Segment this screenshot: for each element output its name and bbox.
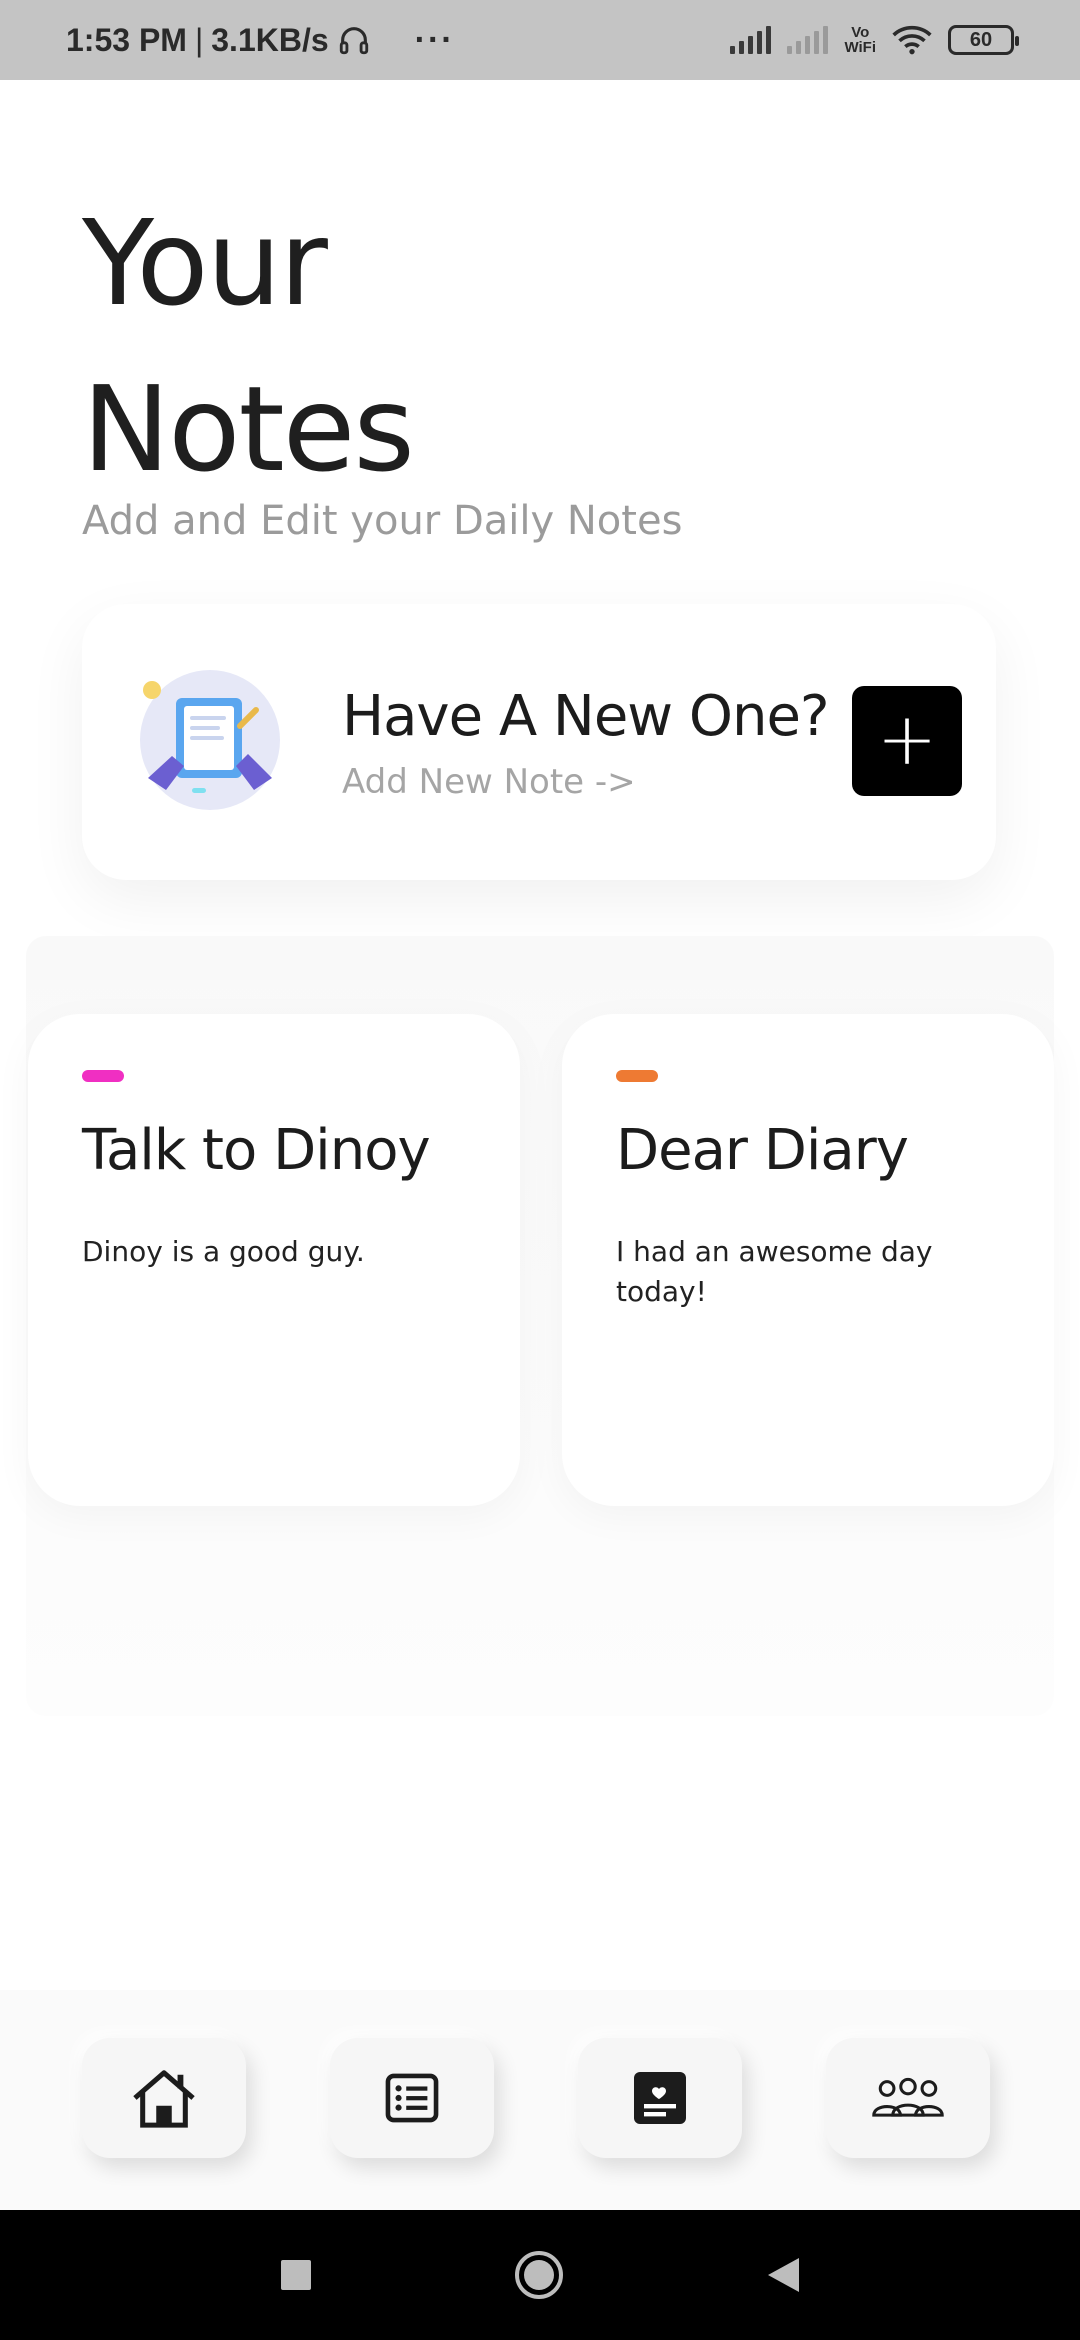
page-title: Your Notes [82, 180, 415, 512]
nav-list-button[interactable] [330, 2038, 494, 2158]
vowifi-indicator: Vo WiFi [844, 25, 876, 55]
new-note-title: Have A New One? [342, 684, 830, 749]
signal-icon-secondary [787, 26, 829, 54]
recent-apps-icon[interactable] [279, 2258, 313, 2292]
bottom-nav [0, 1990, 1080, 2210]
system-nav-bar [0, 2210, 1080, 2340]
page-title-line1: Your [82, 194, 328, 332]
status-bar: 1:53 PM | 3.1KB/s ··· Vo WiFi 60 [0, 0, 1080, 80]
page-subtitle: Add and Edit your Daily Notes [82, 498, 683, 544]
favorite-note-icon [634, 2072, 686, 2124]
battery-icon: 60 [948, 25, 1019, 55]
nav-home-button[interactable] [82, 2038, 246, 2158]
status-right: Vo WiFi 60 [730, 24, 1019, 56]
home-icon [133, 2070, 195, 2128]
note-accent-bar [82, 1070, 124, 1082]
network-speed: 3.1KB/s [211, 21, 329, 58]
nav-favorite-notes-button[interactable] [578, 2038, 742, 2158]
group-icon [872, 2077, 944, 2117]
signal-icon [730, 26, 772, 54]
vowifi-wifi: WiFi [844, 39, 876, 56]
status-left: 1:53 PM | 3.1KB/s ··· [66, 21, 455, 60]
back-icon[interactable] [765, 2255, 801, 2295]
home-circle-icon[interactable] [513, 2249, 565, 2301]
status-separator: | [194, 21, 204, 58]
more-dots: ··· [414, 20, 455, 59]
add-note-button[interactable]: + [852, 686, 962, 796]
list-icon [385, 2073, 439, 2123]
nav-group-button[interactable] [826, 2038, 990, 2158]
battery-level: 60 [969, 28, 993, 51]
note-illustration-icon [140, 670, 280, 810]
note-card[interactable]: Talk to Dinoy Dinoy is a good guy. [28, 1014, 520, 1506]
headphones-icon [339, 27, 368, 55]
page-title-line2: Notes [82, 360, 415, 498]
note-body: Dinoy is a good guy. [82, 1235, 365, 1268]
note-title: Dear Diary [616, 1118, 909, 1183]
wifi-icon [892, 25, 932, 55]
note-accent-bar [616, 1070, 658, 1082]
add-new-note-link[interactable]: Add New Note -> [342, 762, 636, 802]
note-title: Talk to Dinoy [82, 1118, 431, 1183]
vowifi-vo: Vo [851, 24, 870, 41]
note-card[interactable]: Dear Diary I had an awesome day today! [562, 1014, 1054, 1506]
note-body: I had an awesome day today! [616, 1235, 933, 1308]
status-time: 1:53 PM [66, 21, 187, 58]
new-note-card[interactable]: Have A New One? Add New Note -> + [82, 604, 996, 880]
